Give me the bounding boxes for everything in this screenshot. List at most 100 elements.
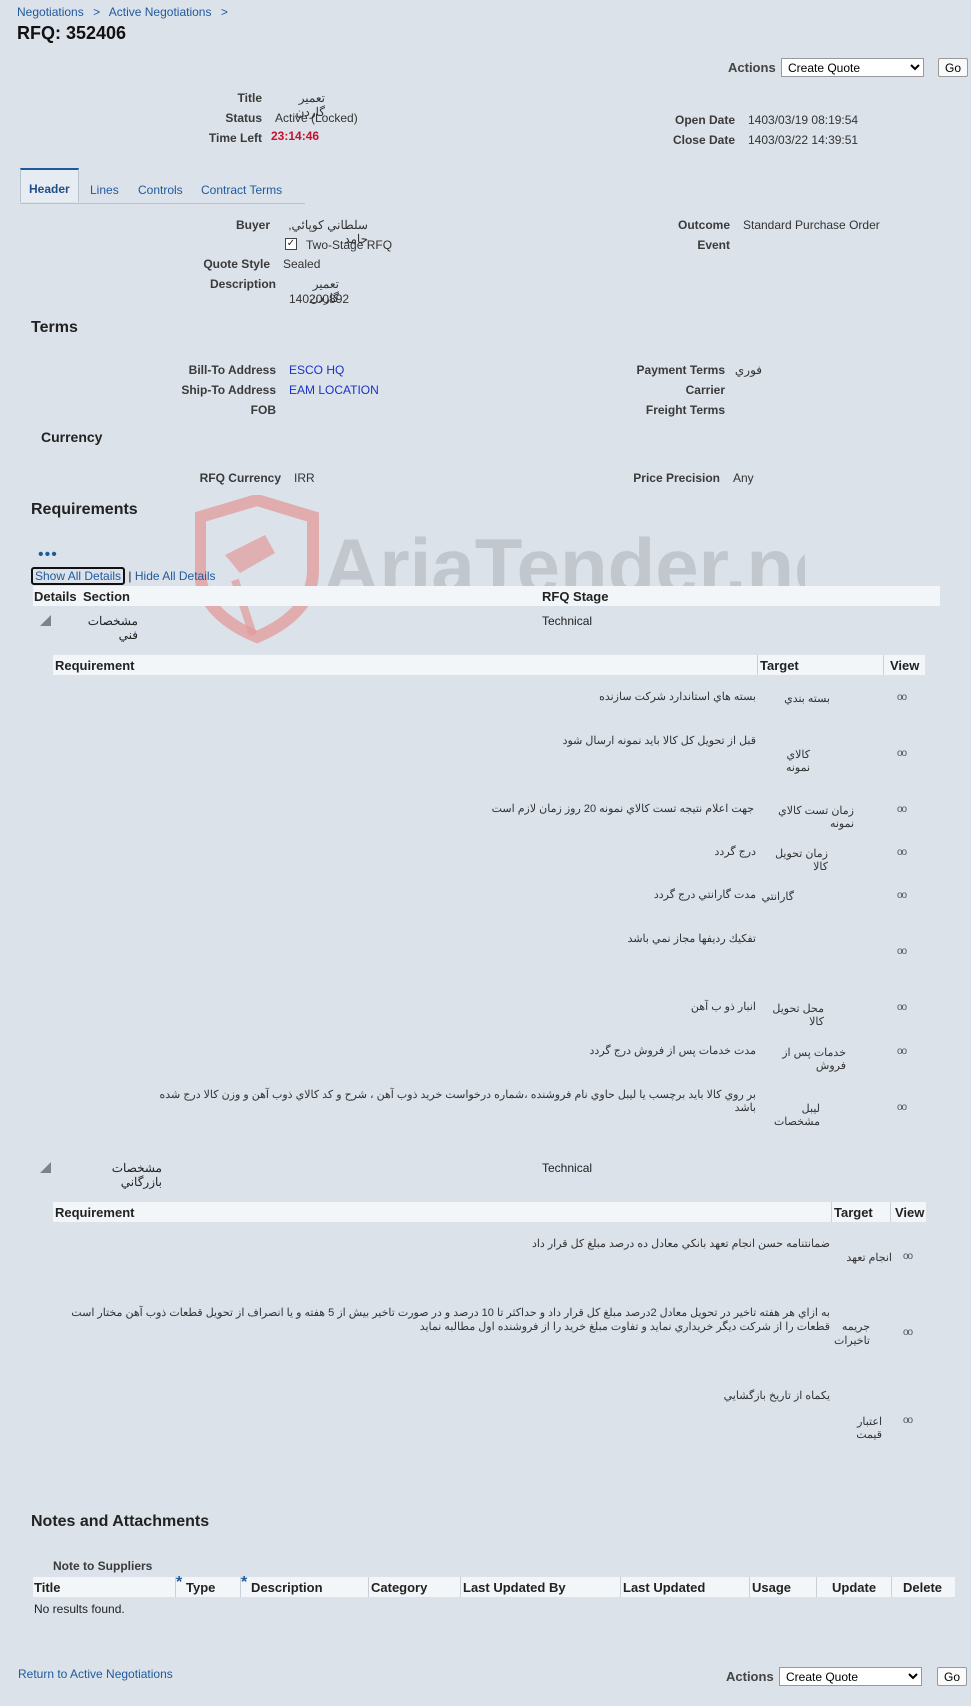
col-description: Description	[251, 1580, 323, 1595]
requirement-target: جهت اعلام نتيجه تست كالاي نمونه 20 روز ز…	[491, 803, 754, 815]
carrier-label: Carrier	[685, 383, 725, 397]
close-date-value: 1403/03/22 14:39:51	[748, 133, 859, 147]
two-stage-checkbox[interactable]: ✓	[285, 238, 297, 250]
col-target: Target	[834, 1205, 873, 1220]
column-divider	[368, 1577, 369, 1597]
terms-title: Terms	[31, 319, 78, 336]
requirement-table-header: Requirement Target View	[53, 655, 925, 675]
col-view: View	[895, 1205, 925, 1220]
bill-to-label: Bill-To Address	[188, 363, 276, 377]
view-details-icon[interactable]: oo	[897, 847, 907, 858]
pipe-separator: |	[128, 569, 132, 583]
collapse-toggle-icon[interactable]	[40, 1162, 51, 1173]
column-divider	[460, 1577, 461, 1597]
fob-label: FOB	[250, 403, 276, 417]
time-left-value: 23:14:46	[271, 129, 320, 143]
requirement-label: گارانتي	[761, 891, 794, 903]
view-details-icon[interactable]: oo	[897, 1002, 907, 1013]
section-name: مشخصات بازرگاني	[111, 1161, 162, 1189]
close-date-label: Close Date	[672, 133, 735, 147]
requirement-target: به ازاي هر هفته تاخير در تحويل معادل 2در…	[71, 1307, 830, 1333]
view-details-icon[interactable]: oo	[903, 1327, 913, 1338]
go-button-bottom[interactable]: Go	[937, 1667, 967, 1686]
requirement-target: بر روي كالا بايد برچسب يا ليبل حاوي نام …	[159, 1089, 756, 1114]
requirement-label: اعتبار قيمت	[856, 1416, 882, 1441]
requirement-label: محل تحويل كالا	[772, 1003, 824, 1028]
view-details-icon[interactable]: oo	[897, 890, 907, 901]
view-details-icon[interactable]: oo	[897, 1102, 907, 1113]
requirement-label: جريمه تاخيرات	[833, 1321, 870, 1347]
col-delete: Delete	[903, 1580, 943, 1595]
breadcrumb-active-negotiations[interactable]: Active Negotiations	[109, 5, 212, 19]
requirement-target: تفكيك رديفها مجاز نمي باشد	[627, 933, 756, 945]
hide-all-details-link[interactable]: Hide All Details	[135, 569, 216, 583]
view-details-icon[interactable]: oo	[903, 1251, 913, 1262]
view-details-icon[interactable]: oo	[897, 1046, 907, 1057]
requirement-target: انبار ذو ب آهن	[690, 1001, 756, 1013]
view-details-icon[interactable]: oo	[897, 748, 907, 759]
time-left-label: Time Left	[208, 131, 262, 145]
tabs-underline	[20, 203, 305, 204]
actions-select[interactable]: Create Quote	[781, 58, 924, 77]
outcome-label: Outcome	[677, 218, 730, 232]
more-icon[interactable]: •••	[38, 546, 58, 564]
price-precision-label: Price Precision	[633, 471, 720, 485]
col-type: Type	[186, 1580, 216, 1595]
view-details-icon[interactable]: oo	[903, 1415, 913, 1426]
requirement-table-header: Requirement Target View	[53, 1202, 926, 1222]
watermark-logo: AriaTender.neT	[195, 495, 805, 644]
requirements-title: Requirements	[31, 501, 138, 518]
col-update: Update	[832, 1580, 877, 1595]
view-details-icon[interactable]: oo	[897, 692, 907, 703]
column-divider	[831, 1202, 832, 1222]
description-line2: 140200892	[289, 292, 350, 306]
price-precision-value: Any	[733, 471, 754, 485]
tab-header[interactable]: Header	[20, 168, 79, 202]
col-usage: Usage	[752, 1580, 792, 1595]
go-button[interactable]: Go	[938, 58, 968, 77]
breadcrumb-separator: >	[93, 5, 101, 19]
breadcrumb-negotiations[interactable]: Negotiations	[17, 5, 84, 19]
show-all-details-link[interactable]: Show All Details	[31, 567, 126, 585]
tab-contract-terms[interactable]: Contract Terms	[201, 183, 282, 197]
col-category: Category	[371, 1580, 428, 1595]
currency-title: Currency	[41, 429, 103, 445]
requirement-label: خدمات پس از فروش	[782, 1047, 846, 1072]
column-divider	[757, 655, 758, 675]
buyer-label: Buyer	[235, 218, 270, 232]
outcome-value: Standard Purchase Order	[743, 218, 880, 232]
actions-select-bottom[interactable]: Create Quote	[779, 1667, 922, 1686]
return-link[interactable]: Return to Active Negotiations	[18, 1667, 173, 1681]
col-last-updated: Last Updated	[623, 1580, 706, 1595]
requirement-target: ضمانتنامه حسن انجام تعهد بانكي معادل ده …	[531, 1238, 830, 1250]
requirement-target: يكماه از تاريخ بازگشايي	[723, 1390, 830, 1402]
show-hide-links: Show All Details | Hide All Details	[31, 567, 216, 585]
collapse-toggle-icon[interactable]	[40, 615, 51, 626]
rfq-currency-label: RFQ Currency	[199, 471, 281, 485]
tab-controls[interactable]: Controls	[138, 183, 183, 197]
col-rfq-stage: RFQ Stage	[542, 589, 609, 604]
requirements-header-bar: Details Section RFQ Stage	[33, 586, 940, 606]
required-mark: *	[241, 1574, 248, 1591]
col-requirement: Requirement	[55, 1205, 135, 1220]
requirement-target: مدت گارانتي درج گردد	[653, 889, 756, 901]
column-divider	[890, 1202, 891, 1222]
requirement-target: مدت خدمات پس از فروش درج گردد	[589, 1045, 756, 1057]
view-details-icon[interactable]: oo	[897, 804, 907, 815]
requirement-target: قبل از تحويل كل كالا بايد نمونه ارسال شو…	[562, 735, 756, 747]
col-section: Section	[83, 589, 130, 604]
note-to-suppliers-label: Note to Suppliers	[53, 1559, 153, 1573]
requirement-label: كالاي نمونه	[785, 749, 810, 774]
ship-to-link[interactable]: EAM LOCATION	[289, 383, 379, 397]
requirement-label: زمان تحويل كالا	[775, 848, 828, 873]
breadcrumb-separator: >	[220, 5, 228, 19]
actions-label: Actions	[728, 60, 776, 75]
status-value: Active (Locked)	[275, 111, 358, 125]
rfq-currency-value: IRR	[294, 471, 315, 485]
col-details: Details	[34, 589, 77, 604]
view-details-icon[interactable]: oo	[897, 946, 907, 957]
tab-lines[interactable]: Lines	[90, 183, 119, 197]
bill-to-link[interactable]: ESCO HQ	[289, 363, 344, 377]
freight-terms-label: Freight Terms	[645, 403, 725, 417]
requirement-label: زمان تست كالاي نمونه	[778, 805, 854, 830]
